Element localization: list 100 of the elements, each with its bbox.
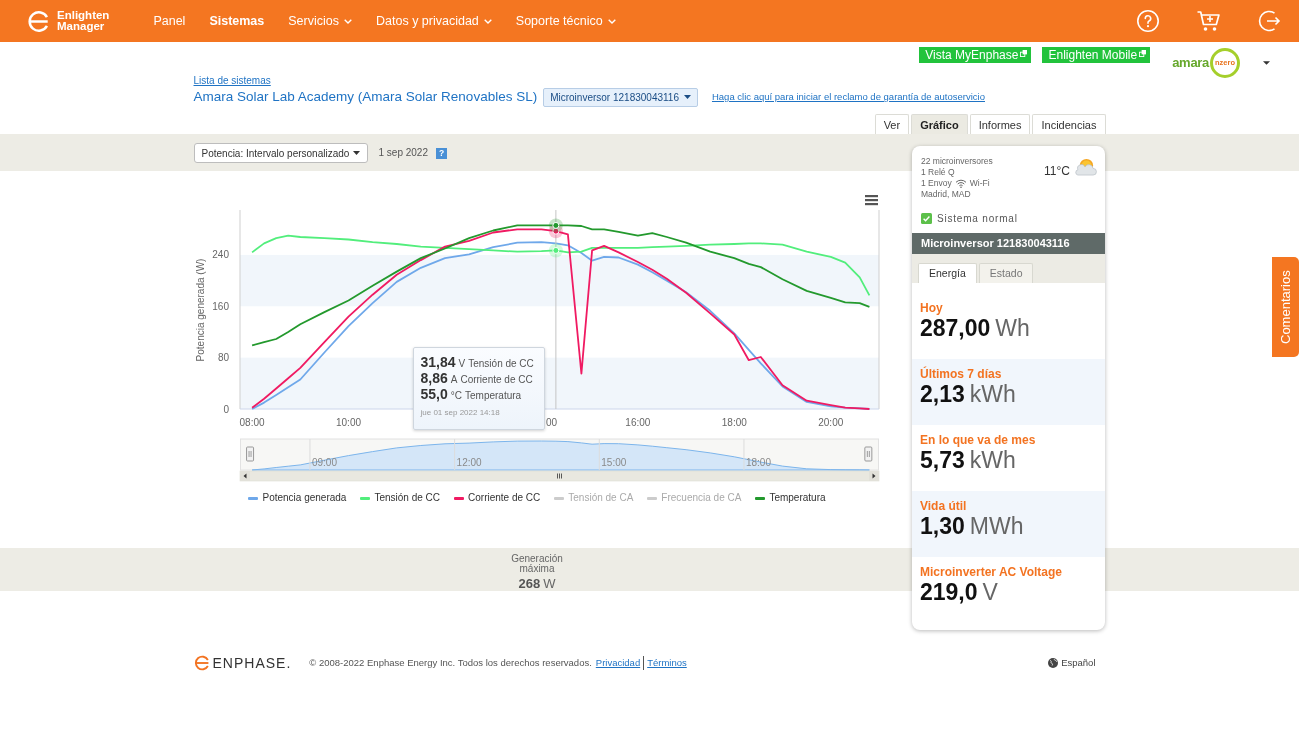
x-axis-label: 16:00 — [624, 417, 650, 428]
help-button[interactable]: ? — [436, 148, 447, 159]
navigator-time-label: 18:00 — [745, 457, 771, 468]
language-link[interactable]: Español — [1048, 655, 1096, 671]
breadcrumb-link[interactable]: Lista de sistemas — [193, 75, 271, 87]
legend-item[interactable]: Potencia generada — [248, 492, 347, 504]
navigator-time-label: 09:00 — [311, 457, 337, 468]
x-axis-label: 08:00 — [239, 417, 265, 428]
y-axis-label: 0 — [222, 403, 229, 415]
copyright-text: © 2008-2022 Enphase Energy Inc. Todos los derechos reservados. — [309, 655, 592, 670]
tooltip-reading: 55,0 — [420, 386, 448, 402]
view-tab[interactable]: Informes — [969, 114, 1031, 134]
stat-value: 5,73 — [920, 447, 965, 473]
external-link-icon — [1139, 50, 1147, 57]
caret-down-icon[interactable] — [1263, 61, 1270, 65]
tooltip-unit: V — [458, 358, 466, 370]
help-icon[interactable] — [1136, 9, 1160, 33]
navigator-time-label: 15:00 — [600, 457, 626, 468]
x-axis-label: 00 — [545, 417, 557, 428]
nav-link[interactable]: Servicios — [288, 13, 352, 29]
legend-line-icon — [554, 496, 565, 500]
y-axis-title: Potencia generada (W) — [194, 258, 206, 362]
y-axis-label: 240 — [211, 249, 229, 261]
status-text: Sistema normal — [937, 211, 1018, 226]
range-handle[interactable] — [245, 446, 254, 462]
wifi-icon — [954, 179, 967, 188]
stat-label: Últimos 7 días — [920, 367, 1003, 381]
globe-icon — [1048, 658, 1059, 668]
view-tab[interactable]: Incidencias — [1032, 114, 1106, 134]
stat-unit: MWh — [969, 513, 1024, 539]
chevron-down-icon — [344, 18, 352, 24]
system-title: Amara Solar Lab Academy (Amara Solar Renovables SL) — [193, 88, 538, 106]
caret-down-icon — [683, 95, 691, 99]
range-handle[interactable] — [863, 446, 872, 462]
chevron-down-icon — [607, 18, 616, 24]
stat-unit: V — [982, 579, 998, 605]
y-axis-label: 160 — [211, 300, 229, 312]
caret-down-icon — [353, 151, 361, 155]
stat-value: 287,00 — [920, 315, 991, 341]
info-text: 1 Relé Q — [921, 167, 955, 178]
feedback-tab[interactable]: Comentarios — [1272, 257, 1299, 357]
stat-unit: Wh — [995, 315, 1030, 341]
stat-unit: kWh — [969, 381, 1016, 407]
peak-label: Generación máxima — [511, 554, 563, 574]
tooltip-reading: 31,84 — [420, 354, 456, 370]
tooltip-reading: 8,86 — [420, 370, 448, 386]
info-text: 22 microinversores — [921, 156, 993, 167]
x-axis-label: 10:00 — [335, 417, 361, 428]
y-axis-label: 80 — [217, 352, 229, 364]
brand-logo-icon — [193, 655, 210, 671]
date-text: 1 sep 2022 — [378, 146, 428, 160]
brand-logo-icon — [27, 9, 50, 33]
legend-line-icon — [647, 496, 658, 500]
nav-link[interactable]: Sistemas — [209, 13, 265, 29]
weather-icon — [1074, 157, 1097, 176]
x-axis-label: 18:00 — [721, 417, 747, 428]
cart-icon[interactable] — [1196, 9, 1222, 33]
info-text: 1 Envoy — [921, 178, 952, 189]
stat-value: 219,0 — [920, 579, 978, 605]
scrollbar[interactable] — [239, 470, 879, 482]
nav-link[interactable]: Panel — [153, 13, 186, 29]
view-tab[interactable]: Gráfico — [911, 114, 968, 134]
connection-text: Wi-Fi — [969, 178, 990, 189]
tooltip-series-name: Corriente de CC — [460, 374, 533, 386]
nav-link[interactable]: Soporte técnico — [515, 13, 616, 29]
legend-item[interactable]: Tensión de CC — [360, 492, 441, 504]
stat-label: En lo que va de mes — [920, 433, 1037, 447]
tooltip-unit: A — [450, 374, 458, 386]
stat-label: Microinverter AC Voltage — [920, 565, 1064, 579]
navigator-time-label: 12:00 — [456, 457, 482, 468]
legend-item[interactable]: Temperatura — [755, 492, 826, 504]
stat-unit: kWh — [969, 447, 1016, 473]
device-dropdown[interactable]: Microinversor 121830043116 — [543, 87, 698, 107]
nav-link[interactable]: Datos y privacidad — [376, 13, 492, 29]
footer-link[interactable]: Privacidad — [595, 655, 641, 671]
view-tab[interactable]: Ver — [874, 114, 910, 134]
logout-icon[interactable] — [1258, 9, 1282, 33]
tooltip-unit: °C — [450, 390, 462, 402]
stat-value: 1,30 — [920, 513, 965, 539]
stat-label: Hoy — [920, 301, 944, 315]
warranty-link[interactable]: Haga clic aquí para iniciar el reclamo de garantía de autoservicio — [711, 89, 985, 105]
stat-label: Vida útil — [920, 499, 968, 513]
device-title-bar: Microinversor 121830043116 — [912, 233, 1105, 254]
x-axis-label: 20:00 — [817, 417, 843, 428]
card-tab[interactable]: Energía — [918, 263, 977, 283]
tooltip-series-name: Temperatura — [465, 390, 522, 402]
chart-type-select[interactable]: Potencia: Intervalo personalizado — [193, 143, 368, 163]
legend-item[interactable]: Corriente de CC — [454, 492, 541, 504]
chevron-down-icon — [483, 18, 492, 24]
chart-menu-icon[interactable] — [864, 195, 878, 206]
brand-name: Enlighten Manager — [57, 10, 110, 32]
footer-link[interactable]: Términos — [643, 655, 687, 671]
tooltip-time: jue 01 sep 2022 14:18 — [420, 407, 501, 419]
external-link-icon — [1020, 50, 1028, 57]
info-text: Madrid, MAD — [921, 189, 971, 200]
card-tab[interactable]: Estado — [978, 263, 1034, 283]
peak-unit: W — [543, 576, 556, 591]
stat-value: 2,13 — [920, 381, 965, 407]
temperature-text: 11°C — [1044, 163, 1070, 180]
footer-logo-text: ENPHASE. — [212, 653, 292, 673]
